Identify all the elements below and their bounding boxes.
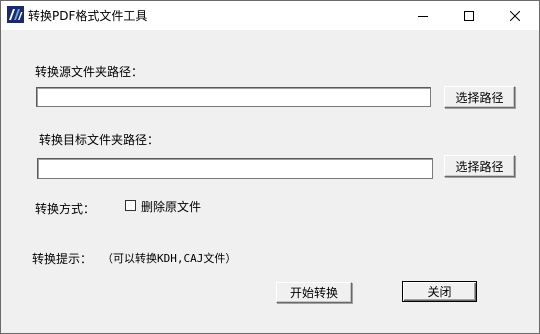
delete-original-option[interactable]: 删除原文件 xyxy=(123,198,213,214)
target-browse-button[interactable]: 选择路径 xyxy=(444,155,515,177)
hint-label: 转换提示： xyxy=(32,252,93,266)
source-browse-label: 选择路径 xyxy=(455,90,504,105)
app-window: 转换PDF格式文件工具 转换源文件夹路径： 选择路径 转换目标文件夹路径： 选择… xyxy=(0,0,540,334)
target-folder-input[interactable] xyxy=(37,158,433,179)
delete-original-checkbox[interactable] xyxy=(125,200,136,211)
title-bar[interactable]: 转换PDF格式文件工具 xyxy=(1,1,539,30)
app-logo-icon xyxy=(7,6,24,23)
close-dialog-label: 关闭 xyxy=(427,285,452,299)
close-button[interactable] xyxy=(492,1,538,30)
start-convert-button[interactable]: 开始转换 xyxy=(276,282,352,303)
hint-text: （可以转换KDH,CAJ文件） xyxy=(102,252,237,265)
source-folder-label: 转换源文件夹路径： xyxy=(35,65,144,79)
target-folder-label: 转换目标文件夹路径： xyxy=(39,133,160,147)
window-title: 转换PDF格式文件工具 xyxy=(28,9,148,23)
maximize-icon xyxy=(464,6,474,25)
minimize-icon xyxy=(418,6,428,25)
close-dialog-button[interactable]: 关闭 xyxy=(402,281,477,302)
source-browse-button[interactable]: 选择路径 xyxy=(444,86,515,108)
delete-original-label: 删除原文件 xyxy=(141,200,202,214)
start-convert-label: 开始转换 xyxy=(289,286,338,300)
mode-label: 转换方式： xyxy=(35,202,96,216)
maximize-button[interactable] xyxy=(446,1,492,30)
minimize-button[interactable] xyxy=(400,1,446,30)
source-folder-input[interactable] xyxy=(36,87,431,107)
target-browse-label: 选择路径 xyxy=(455,159,504,174)
close-icon xyxy=(509,6,521,25)
